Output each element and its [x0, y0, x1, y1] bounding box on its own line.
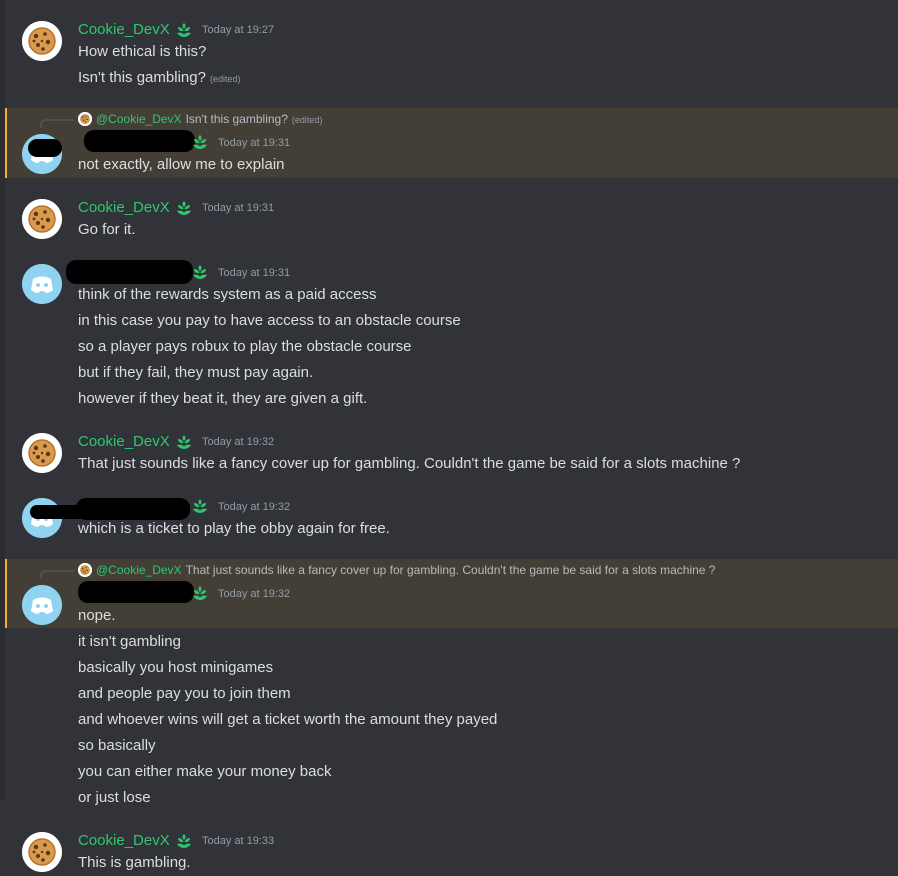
- green-leaf-badge-icon: [175, 433, 193, 451]
- message-line: Isn't this gambling? (edited): [78, 69, 240, 86]
- mention-bar: [5, 559, 7, 628]
- discord-default-avatar-icon[interactable]: [22, 264, 62, 304]
- left-panel-edge-bottom: [0, 800, 5, 876]
- message-line: but if they fail, they must pay again.: [78, 364, 314, 381]
- cookie-icon: [78, 563, 92, 577]
- message-line: Go for it.: [78, 221, 136, 238]
- green-leaf-badge-icon: [191, 133, 209, 151]
- message-line: How ethical is this?: [78, 43, 207, 60]
- green-leaf-badge-icon: [191, 584, 209, 602]
- cookie-avatar-icon[interactable]: [22, 21, 62, 61]
- green-leaf-badge-icon: [175, 199, 193, 217]
- cookie-avatar-icon[interactable]: [22, 199, 62, 239]
- redacted-username: [66, 260, 193, 284]
- message-line: so basically: [78, 737, 156, 754]
- message-line: basically you host minigames: [78, 659, 274, 676]
- username[interactable]: Cookie_DevX: [78, 199, 170, 216]
- timestamp[interactable]: Today at 19:31: [218, 267, 290, 279]
- reply-mention[interactable]: @Cookie_DevX: [96, 112, 182, 126]
- green-leaf-badge-icon: [191, 263, 209, 281]
- timestamp[interactable]: Today at 19:27: [202, 24, 274, 36]
- username[interactable]: Cookie_DevX: [78, 21, 170, 38]
- message-line: not exactly, allow me to explain: [78, 156, 285, 173]
- redacted-avatar-mark: [28, 139, 62, 157]
- redacted-username: [76, 498, 190, 520]
- message-line: in this case you pay to have access to a…: [78, 312, 461, 329]
- message-line: it isn't gambling: [78, 633, 181, 650]
- timestamp[interactable]: Today at 19:31: [202, 202, 274, 214]
- message-line: or just lose: [78, 789, 151, 806]
- green-leaf-badge-icon: [175, 832, 193, 850]
- chat-messages: Cookie_DevX Today at 19:27 How ethical i…: [0, 0, 898, 876]
- redacted-avatar-mark: [30, 505, 90, 519]
- cookie-icon: [78, 112, 92, 126]
- message-line: however if they beat it, they are given …: [78, 390, 368, 407]
- edited-tag: (edited): [291, 115, 323, 125]
- redacted-username: [78, 581, 194, 603]
- green-leaf-badge-icon: [191, 497, 209, 515]
- message-line: and people pay you to join them: [78, 685, 291, 702]
- reply-text: Isn't this gambling?: [185, 112, 288, 126]
- message-line: which is a ticket to play the obby again…: [78, 520, 390, 537]
- message-line: think of the rewards system as a paid ac…: [78, 286, 377, 303]
- green-leaf-badge-icon: [175, 21, 193, 39]
- message-text: Isn't this gambling?: [78, 69, 206, 86]
- message-line: This is gambling.: [78, 854, 191, 871]
- edited-tag: (edited): [209, 74, 241, 84]
- mention-bar: [5, 108, 7, 178]
- reply-mention[interactable]: @Cookie_DevX: [96, 563, 182, 577]
- username[interactable]: Cookie_DevX: [78, 433, 170, 450]
- message-line: That just sounds like a fancy cover up f…: [78, 455, 741, 472]
- message-line: you can either make your money back: [78, 763, 332, 780]
- timestamp[interactable]: Today at 19:33: [202, 835, 274, 847]
- timestamp[interactable]: Today at 19:31: [218, 137, 290, 149]
- timestamp[interactable]: Today at 19:32: [202, 436, 274, 448]
- timestamp[interactable]: Today at 19:32: [218, 501, 290, 513]
- reply-connector: [40, 119, 74, 128]
- message-line: and whoever wins will get a ticket worth…: [78, 711, 498, 728]
- message-line: nope.: [78, 607, 116, 624]
- reply-preview[interactable]: @Cookie_DevX That just sounds like a fanc…: [78, 563, 715, 577]
- reply-connector: [40, 570, 74, 579]
- cookie-avatar-icon[interactable]: [22, 433, 62, 473]
- username[interactable]: Cookie_DevX: [78, 832, 170, 849]
- message-line: so a player pays robux to play the obsta…: [78, 338, 412, 355]
- discord-default-avatar-icon[interactable]: [22, 585, 62, 625]
- cookie-avatar-icon[interactable]: [22, 832, 62, 872]
- redacted-username: [84, 130, 195, 152]
- reply-preview[interactable]: @Cookie_DevX Isn't this gambling? (edited): [78, 112, 322, 126]
- timestamp[interactable]: Today at 19:32: [218, 588, 290, 600]
- reply-text: That just sounds like a fancy cover up f…: [185, 563, 716, 577]
